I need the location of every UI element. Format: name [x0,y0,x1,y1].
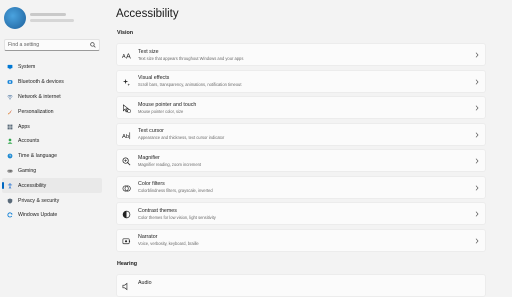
sidebar-item-accessibility[interactable]: Accessibility [2,178,102,193]
card-title: Audio [138,280,152,286]
setting-card-magnifier[interactable]: Magnifier Magnifier reading, zoom increm… [116,149,486,172]
sidebar-item-apps[interactable]: Apps [2,119,102,134]
card-title: Narrator [138,234,157,240]
chevron-right-icon [475,105,479,111]
chevron-right-icon [475,211,479,217]
card-subtitle: Text size that appears throughout Window… [138,56,243,61]
sidebar-item-label: System [18,64,35,70]
card-title: Visual effects [138,75,169,81]
chevron-right-icon [475,238,479,244]
sidebar-item-label: Bluetooth & devices [18,79,64,85]
chevron-right-icon [475,185,479,191]
text-size-icon: AA [122,51,131,60]
sidebar-item-label: Accounts [18,138,39,144]
setting-card-text-size[interactable]: AA Text size Text size that appears thro… [116,43,486,66]
sidebar-item-windows-update[interactable]: Windows Update [2,208,102,223]
contrast-themes-icon [122,210,131,219]
sidebar-item-label: Apps [18,124,30,130]
card-subtitle: Color themes for low vision, light sensi… [138,215,216,220]
sidebar-item-label: Personalization [18,109,53,115]
setting-card-mouse-pointer-touch[interactable]: Mouse pointer and touch Mouse pointer co… [116,96,486,119]
main-content: Accessibility Vision AA Text size Text s… [116,0,512,284]
card-title: Text cursor [138,128,164,134]
audio-icon [122,282,131,291]
time-language-icon [7,153,13,159]
setting-card-audio[interactable]: Audio [116,274,486,297]
sidebar-item-accounts[interactable]: Accounts [2,134,102,149]
card-subtitle: Mouse pointer color, size [138,109,183,114]
bluetooth-icon [7,79,13,85]
sidebar-item-gaming[interactable]: Gaming [2,164,102,179]
color-filters-icon [122,184,131,193]
sidebar-item-personalization[interactable]: Personalization [2,104,102,119]
setting-card-narrator[interactable]: Narrator Voice, verbosity, keyboard, bra… [116,229,486,252]
search-placeholder: Find a setting [8,41,39,50]
avatar[interactable] [4,7,26,29]
sidebar-item-network-internet[interactable]: Network & internet [2,90,102,105]
setting-card-color-filters[interactable]: Color filters Colorblindness filters, gr… [116,176,486,199]
card-subtitle: Appearance and thickness, text cursor in… [138,135,224,140]
card-title: Color filters [138,181,165,187]
card-title: Mouse pointer and touch [138,102,196,108]
chevron-right-icon [475,79,479,85]
accessibility-icon [7,183,13,189]
shield-icon [7,198,13,204]
setting-card-contrast-themes[interactable]: Contrast themes Color themes for low vis… [116,202,486,225]
windows-update-icon [7,212,13,218]
setting-card-text-cursor[interactable]: Ab Text cursor Appearance and thickness,… [116,123,486,146]
sidebar-item-label: Time & language [18,153,57,159]
search-input[interactable]: Find a setting [4,39,100,51]
apps-icon [7,124,13,130]
card-subtitle: Colorblindness filters, grayscale, inver… [138,188,213,193]
svg-text:A: A [126,52,131,60]
card-title: Text size [138,49,159,55]
mouse-pointer-icon [122,104,131,113]
svg-text:Ab: Ab [122,133,129,139]
chevron-right-icon [475,52,479,58]
sidebar: Find a setting System Bluetooth & device… [0,0,108,284]
sidebar-item-label: Accessibility [18,183,46,189]
sidebar-item-label: Privacy & security [18,198,59,204]
sidebar-item-bluetooth-devices[interactable]: Bluetooth & devices [2,75,102,90]
sidebar-item-label: Network & internet [18,94,61,100]
chevron-right-icon [475,132,479,138]
gaming-icon [7,168,13,174]
page-title: Accessibility [116,8,179,20]
section-heading-hearing: Hearing [117,261,137,267]
visual-effects-icon [122,78,131,87]
magnifier-icon [122,157,131,166]
card-title: Magnifier [138,155,160,161]
sidebar-item-label: Gaming [18,168,36,174]
sidebar-item-system[interactable]: System [2,60,102,75]
card-subtitle: Magnifier reading, zoom increment [138,162,201,167]
setting-card-visual-effects[interactable]: Visual effects Scroll bars, transparency… [116,70,486,93]
account-name-blurred [30,13,66,16]
sidebar-item-privacy-security[interactable]: Privacy & security [2,193,102,208]
search-icon[interactable] [90,42,96,48]
sidebar-nav: System Bluetooth & devices Network & int… [2,60,102,223]
sidebar-item-label: Windows Update [18,212,57,218]
chevron-right-icon [475,158,479,164]
section-heading-vision: Vision [117,30,133,36]
brush-icon [7,109,13,115]
narrator-icon [122,237,131,246]
text-cursor-icon: Ab [122,131,131,140]
card-subtitle: Voice, verbosity, keyboard, braille [138,241,199,246]
system-icon [7,64,13,70]
card-subtitle: Scroll bars, transparency, animations, n… [138,82,241,87]
sidebar-item-time-language[interactable]: Time & language [2,149,102,164]
account-email-blurred [30,19,74,22]
network-icon [7,94,13,100]
accounts-icon [7,138,13,144]
card-title: Contrast themes [138,208,177,214]
